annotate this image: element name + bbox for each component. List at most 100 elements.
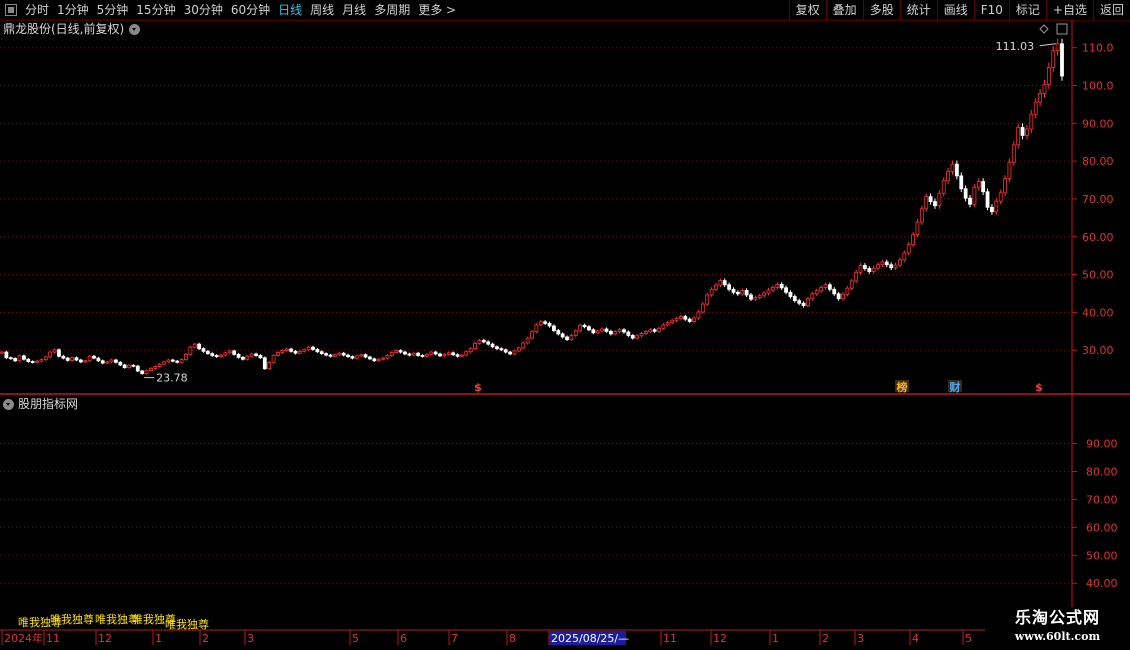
candle-body [705,294,710,305]
candle-body [998,192,1003,202]
candle-body [0,351,4,354]
candle-body [893,264,898,269]
timeline-label: 8 [509,632,516,645]
candle-body [267,361,272,370]
candle-body [687,318,692,322]
timeline-label: 4 [912,632,919,645]
candle-body [403,351,407,355]
candle-body [749,294,753,300]
timeline-label: 3 [247,632,254,645]
candle-body [280,350,285,353]
candle-body [683,316,688,320]
watermark-url: www.60lt.com [1014,630,1101,643]
candle-body [350,356,355,359]
min-price-label: 23.78 [156,372,188,385]
candle-body [192,343,197,348]
candle-body [661,324,666,329]
timeline-label: 2 [202,632,209,645]
candle-body [994,200,999,213]
candle-body [289,348,293,352]
candle-body [385,355,390,359]
candle-body [775,283,780,288]
candle-body [534,324,539,333]
candle-body [1011,144,1016,163]
cursor-date-label: 2025/08/25/— [551,632,629,645]
candle-body [516,347,521,352]
candle-body [227,350,232,354]
candle-body [630,335,635,339]
candle-body [13,358,18,362]
candle-body [657,327,661,332]
candle-body [862,265,867,269]
candle-body [784,287,788,293]
signal-label: 唯我独尊 [165,617,209,631]
candle-body [600,328,604,332]
candle-body [946,170,951,182]
candle-body [530,331,534,339]
candle-body [731,288,736,293]
candle-body [293,350,298,354]
candle-body [906,244,911,254]
candle-body [924,196,929,210]
candle-body [1016,127,1021,146]
candle-body [552,325,556,331]
y-tick-label: 110.0 [1082,42,1114,55]
candle-body [451,352,456,356]
candle-body [735,291,740,295]
candle-body [919,208,924,223]
candle-body [836,293,841,300]
candle-body [884,261,889,266]
y-tick-label: 100.0 [1082,80,1114,93]
candle-body [595,330,600,334]
candle-body [814,290,819,295]
candle-body [113,359,118,363]
candle-body [622,329,626,333]
candle-body [569,335,574,340]
candle-body [460,354,464,357]
candle-body [61,355,66,359]
candle-body [297,350,302,354]
y-tick-label: 40.00 [1086,577,1118,590]
candle-body [210,353,215,356]
candle-body [810,293,815,300]
candle-body [26,358,31,362]
candle-body [83,360,88,363]
candle-body [184,353,188,361]
y-tick-label: 50.00 [1082,269,1114,282]
chart-canvas[interactable]: 30.00 40.00 50.00 60.00 70.00 80.00 90.00 100.0… [0,0,1130,650]
candle-body [779,283,784,289]
candle-body [643,331,648,334]
candle-body [214,355,219,358]
candle-body [341,352,346,356]
candle-body [245,355,250,360]
candle-body [819,287,823,292]
candle-body [166,359,171,363]
candle-body [845,287,850,295]
candle-body [236,353,241,358]
candle-body [319,351,324,354]
candle-body [407,353,412,356]
candle-body [464,351,469,356]
candle-body [613,331,618,335]
candle-body [74,357,79,361]
watermark-title: 乐淘公式网 [1014,608,1100,627]
timeline-label: 11 [46,632,60,645]
max-arrow [1039,43,1056,47]
candle-body [867,268,872,272]
candle-body [127,364,131,368]
candle-body [674,318,679,321]
candle-body [433,351,438,355]
candle-body [709,288,714,296]
candle-body [188,346,193,355]
candle-body [508,351,512,355]
candle-body [740,290,745,295]
candle-body [985,191,990,208]
candle-body [442,353,447,357]
candle-body [332,354,337,357]
candle-body [473,342,477,350]
timeline-label: 6 [400,632,407,645]
candle-body [648,329,653,333]
candle-body [525,337,530,344]
y-tick-label: 80.00 [1086,465,1118,478]
candle-body [827,284,832,290]
